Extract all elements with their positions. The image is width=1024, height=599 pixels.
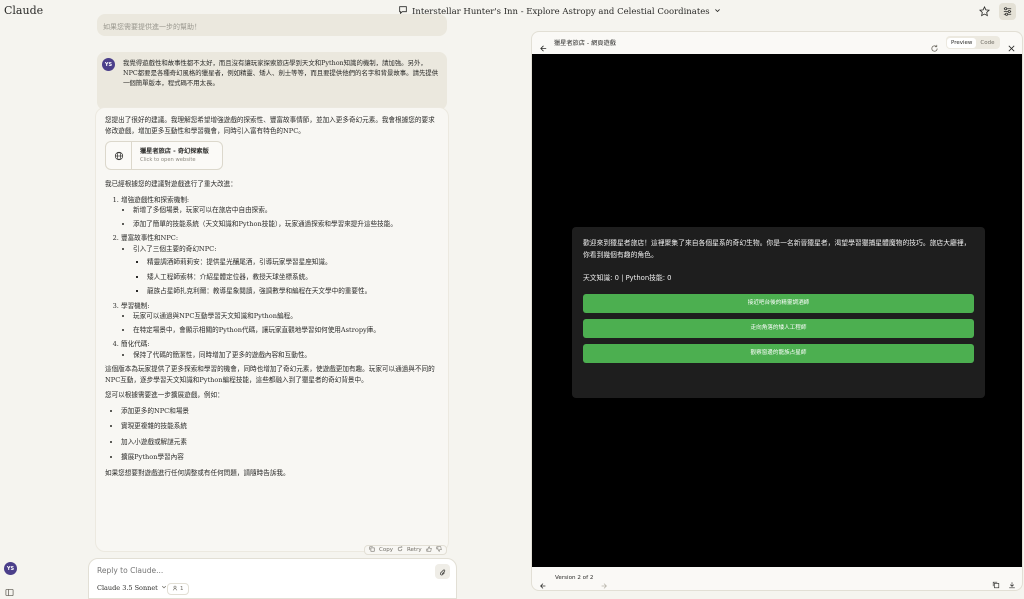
model-selector[interactable]: Claude 3.5 Sonnet — [97, 584, 167, 592]
reply-closing: 如果您想要對遊戲進行任何調整或有任何問題，請隨時告訴我。 — [105, 468, 290, 477]
user-message: YS 我覺得遊戲性和故事性都不太好，而且沒有讓玩家探索旅店學到天文和Python… — [97, 52, 447, 110]
copy-icon[interactable] — [369, 546, 375, 554]
thumbs-up-icon[interactable] — [426, 546, 432, 554]
artifact-panel: 獵星者旅店 - 網頁遊戲 Preview Code 歡迎來到獵星者旅店！這裡聚集… — [531, 31, 1023, 591]
view-toggle: Preview Code — [946, 36, 1000, 49]
panel-header: 獵星者旅店 - 網頁遊戲 Preview Code — [532, 32, 1022, 54]
retry-button[interactable]: Retry — [407, 547, 422, 553]
arrow-left-icon[interactable] — [539, 575, 547, 589]
chat-thread[interactable]: 如果您需要提供進一步的幫助！ YS 我覺得遊戲性和故事性都不太好，而且沒有讓玩家… — [89, 14, 459, 554]
app-brand[interactable]: Claude — [4, 4, 43, 17]
close-icon[interactable] — [1007, 38, 1016, 52]
version-label: Version 2 of 2 — [555, 575, 594, 581]
list-item: 學習機制: 玩家可以通過與NPC互動學習天文知識和Python編程。 在特定場景… — [121, 301, 439, 336]
refresh-icon[interactable] — [930, 38, 939, 52]
choice-button-elf-bartender[interactable]: 接近吧台後的精靈調酒師 — [583, 294, 974, 313]
expand-intro: 您可以根據需要進一步擴展遊戲，例如： — [105, 391, 224, 399]
participants-button[interactable]: 1 — [167, 583, 189, 595]
model-name: Claude 3.5 Sonnet — [97, 584, 158, 592]
panel-footer: Version 2 of 2 — [532, 567, 1022, 590]
preview-viewport: 歡迎來到獵星者旅店！這裡聚集了來自各個星系的奇幻生物。你是一名新晉獵星者，渴望學… — [532, 54, 1022, 567]
list-item: 精靈調酒師莉莉安：提供星光釀尾酒，引導玩家學習星座知識。 — [147, 257, 439, 268]
game-container: 歡迎來到獵星者旅店！這裡聚集了來自各個星系的奇幻生物。你是一名新晉獵星者，渴望學… — [572, 227, 985, 398]
choice-button-dragon-astrologer[interactable]: 觀察窗邊的龍族占星師 — [583, 344, 974, 363]
list-item: 擴展Python學習內容 — [121, 452, 439, 463]
paperclip-icon — [439, 562, 447, 581]
chevron-down-icon — [714, 7, 721, 17]
list-item: 增強遊戲性和探索機制: 新增了多個場景，玩家可以在旅店中自由探索。 添加了簡單的… — [121, 195, 439, 230]
settings-button[interactable] — [999, 3, 1016, 20]
changes-intro: 我已經根據您的建議對遊戲進行了重大改進： — [105, 180, 237, 188]
list-item: 玩家可以通過與NPC互動學習天文知識和Python編程。 — [133, 311, 439, 322]
reply-intro: 您提出了很好的建議。我理解您希望增強遊戲的探索性、豐富故事情節，並加入更多奇幻元… — [105, 116, 435, 135]
arrow-left-icon[interactable] — [539, 38, 548, 52]
avatar: YS — [102, 58, 115, 71]
sidebar-toggle-icon[interactable] — [5, 582, 14, 597]
arrow-right-icon[interactable] — [600, 575, 608, 589]
section-title: 增強遊戲性和探索機制: — [121, 195, 190, 204]
list-item: 新增了多個場景，玩家可以在旅店中自由探索。 — [133, 205, 439, 216]
choice-button-dwarf-engineer[interactable]: 走向角落的矮人工程師 — [583, 319, 974, 338]
thumbs-down-icon[interactable] — [436, 546, 442, 554]
artifact-title: 獵星者旅店 - 奇幻探索版 — [140, 148, 209, 155]
retry-icon[interactable] — [397, 546, 403, 554]
copy-icon[interactable] — [992, 574, 1000, 589]
participants-count: 1 — [180, 586, 184, 592]
user-message-text: 我覺得遊戲性和故事性都不太好，而且沒有讓玩家探索旅店學到天文和Python知識的… — [123, 59, 439, 87]
globe-icon — [106, 142, 132, 169]
previous-message: 如果您需要提供進一步的幫助！ — [97, 14, 447, 36]
user-avatar[interactable]: YS — [4, 562, 17, 575]
message-actions: Copy Retry — [364, 545, 447, 555]
copy-button[interactable]: Copy — [379, 547, 393, 553]
game-intro-text: 歡迎來到獵星者旅店！這裡聚集了來自各個星系的奇幻生物。你是一名新晉獵星者，渴望學… — [583, 239, 971, 259]
list-item: 實現更複雜的技能系統 — [121, 421, 439, 432]
reply-summary: 這個版本為玩家提供了更多探索和學習的機會，同時也增加了奇幻元素，使遊戲更加有趣。… — [105, 365, 435, 384]
tab-code[interactable]: Code — [976, 38, 998, 48]
list-item: 在特定場景中，會顯示相關的Python代碼，讓玩家直觀地學習如何使用Astrop… — [133, 325, 439, 336]
section-title: 學習機制: — [121, 301, 150, 310]
list-item: 加入小遊戲或解謎元素 — [121, 437, 439, 448]
list-item: 添加了簡單的技能系統（天文知識和Python技能），玩家通過探索和學習來提升這些… — [133, 219, 439, 230]
tab-preview[interactable]: Preview — [947, 37, 977, 48]
list-item: 引入了三個主要的奇幻NPC: 精靈調酒師莉莉安：提供星光釀尾酒，引導玩家學習星座… — [133, 244, 439, 297]
star-icon — [978, 2, 991, 21]
game-stats: 天文知識: 0 | Python技能: 0 — [583, 274, 672, 282]
section-title: 豐富故事性和NPC: — [121, 234, 179, 242]
panel-title: 獵星者旅店 - 網頁遊戲 — [554, 40, 616, 47]
list-item: 保持了代碼的簡潔性，同時增加了更多的遊戲內容和互動性。 — [133, 350, 439, 361]
list-item: 簡化代碼: 保持了代碼的簡潔性，同時增加了更多的遊戲內容和互動性。 — [121, 339, 439, 360]
list-item: 豐富故事性和NPC: 引入了三個主要的奇幻NPC: 精靈調酒師莉莉安：提供星光釀… — [121, 233, 439, 297]
section-title: 簡化代碼: — [121, 340, 150, 348]
assistant-message: 您提出了很好的建議。我理解您希望增強遊戲的探索性、豐富故事情節，並加入更多奇幻元… — [95, 107, 449, 552]
attach-button[interactable] — [435, 564, 450, 579]
download-icon[interactable] — [1008, 574, 1016, 589]
changes-list: 增強遊戲性和探索機制: 新增了多個場景，玩家可以在旅店中自由探索。 添加了簡單的… — [105, 195, 439, 361]
star-button[interactable] — [976, 3, 993, 20]
list-item: 龍族占星師扎克利爾：教導星象閱讀，強調數學和編程在天文學中的重要性。 — [147, 286, 439, 297]
chevron-down-icon — [161, 584, 167, 592]
composer: Claude 3.5 Sonnet 1 — [88, 558, 457, 599]
sliders-icon — [1002, 2, 1013, 21]
reply-input[interactable] — [97, 566, 397, 575]
expand-list: 添加更多的NPC和場景 實現更複雜的技能系統 加入小遊戲或解謎元素 擴展Pyth… — [105, 406, 439, 463]
list-item: 添加更多的NPC和場景 — [121, 406, 439, 417]
person-icon — [172, 585, 178, 593]
artifact-subtitle: Click to open website — [140, 157, 196, 163]
list-item: 矮人工程師索林：介紹星體定位器，教授天球坐標系統。 — [147, 272, 439, 283]
artifact-card[interactable]: 獵星者旅店 - 奇幻探索版 Click to open website — [105, 141, 223, 170]
